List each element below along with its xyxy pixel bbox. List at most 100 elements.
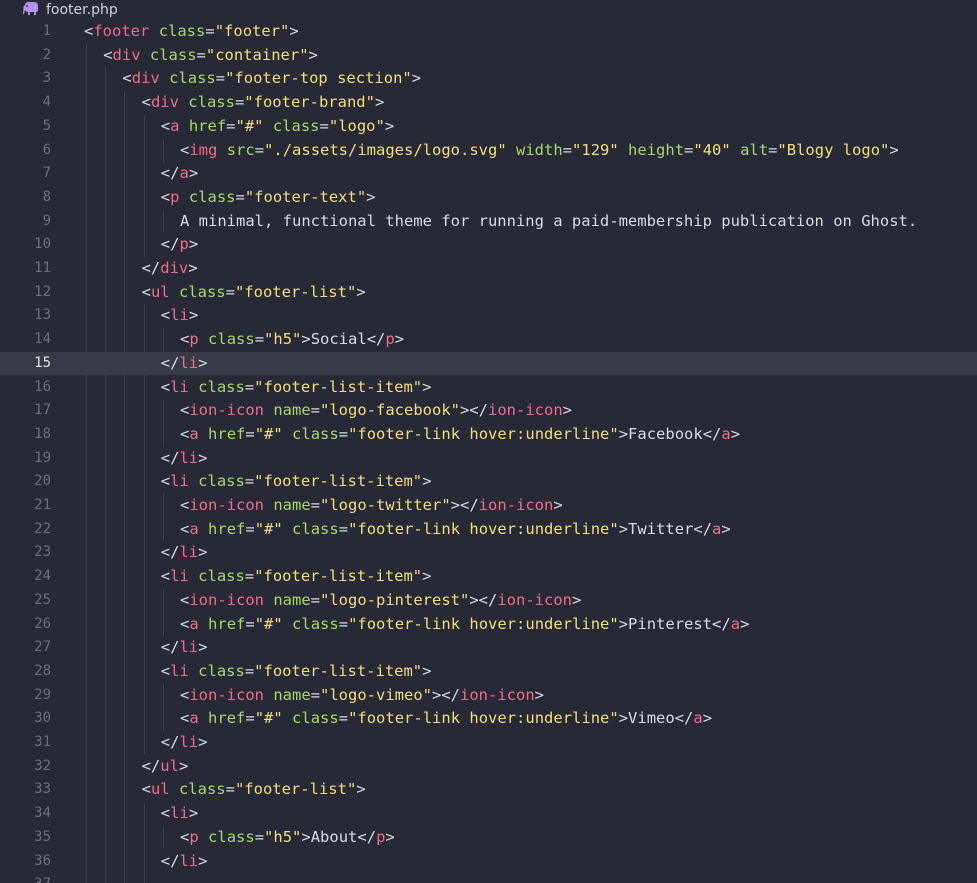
code-line[interactable]: 13 <li> (0, 304, 977, 328)
code-text: <ion-icon name="logo-vimeo"></ion-icon> (180, 684, 544, 708)
code-text: </li> (161, 636, 208, 660)
code-line[interactable]: 35 <p class="h5">About</p> (0, 826, 977, 850)
code-line[interactable]: 8 <p class="footer-text"> (0, 186, 977, 210)
line-number: 7 (42, 165, 51, 182)
code-line[interactable]: 19 </li> (0, 447, 977, 471)
editor-tab[interactable]: footer.php (0, 0, 977, 20)
code-token: > (618, 709, 629, 728)
code-line[interactable]: 22 <a href="#" class="footer-link hover:u… (0, 518, 977, 542)
code-token: = (319, 116, 329, 135)
code-token: = (254, 140, 265, 159)
code-text: </a> (161, 162, 198, 186)
code-token: < (160, 472, 171, 491)
code-token: = (768, 140, 778, 159)
line-number: 31 (34, 734, 51, 750)
code-token: class (198, 472, 245, 491)
code-token: > (198, 733, 208, 751)
code-line[interactable]: 24 <li class="footer-list-item"> (0, 565, 977, 589)
code-token: div (160, 259, 189, 277)
code-line[interactable]: 12 <ul class="footer-list"> (0, 281, 977, 305)
code-line[interactable]: 23 </li> (0, 541, 977, 565)
code-line[interactable]: 17 <ion-icon name="logo-facebook"></ion-i… (0, 399, 977, 423)
code-line[interactable]: 16 <li class="footer-list-item"> (0, 376, 977, 400)
code-text: <div class="footer-brand"> (142, 91, 385, 115)
code-line[interactable]: 14 <p class="h5">Social</p> (0, 328, 977, 352)
code-token: ion-icon (189, 590, 264, 609)
line-number: 13 (34, 307, 51, 324)
code-text: <p class="footer-text"> (161, 186, 376, 210)
code-line[interactable]: 15 </li> (0, 351, 977, 376)
line-number: 25 (34, 591, 51, 608)
code-token: > (198, 448, 208, 467)
code-line[interactable]: 26 <a href="#" class="footer-link hover:u… (0, 613, 977, 637)
code-token: = (244, 472, 255, 491)
code-token: < (141, 780, 151, 799)
code-token: class (292, 614, 339, 633)
code-text: <li class="footer-list-item"> (161, 470, 432, 494)
line-number: 3 (42, 70, 51, 87)
code-line[interactable]: 33 <ul class="footer-list"> (0, 778, 977, 802)
code-editor[interactable]: 1 <footer class="footer"> 2 <div class="con… (0, 20, 977, 883)
code-line[interactable]: 9 A minimal, functional theme for running… (0, 210, 977, 234)
code-line[interactable]: 32 </ul> (0, 755, 977, 779)
code-line[interactable]: 6 <img src="./assets/images/logo.svg" wid… (0, 139, 977, 163)
code-token: > (289, 22, 299, 40)
code-token: = (244, 377, 255, 396)
code-token: > (188, 804, 199, 823)
code-line[interactable]: 7 </a> (0, 162, 977, 186)
code-token: "logo-pinterest" (320, 590, 470, 609)
code-token: Facebook (628, 424, 703, 443)
code-line[interactable]: 34 <li> (0, 802, 977, 826)
line-number: 12 (34, 283, 51, 300)
code-token: li (179, 543, 199, 562)
code-token: a (712, 519, 722, 538)
code-line[interactable]: 27 </li> (0, 636, 977, 660)
code-line[interactable]: 2 <div class="container"> (0, 44, 977, 68)
code-token: < (180, 519, 190, 538)
code-line[interactable]: 29 <ion-icon name="logo-vimeo"></ion-icon… (0, 684, 977, 708)
code-line[interactable]: 5 <a href="#" class="logo"> (0, 115, 977, 139)
code-token: a (730, 614, 741, 633)
code-token: "footer-top section" (225, 69, 412, 88)
code-token: > (188, 259, 198, 277)
code-token: class (169, 69, 216, 88)
code-token: "h5" (264, 330, 302, 349)
tab-title: footer.php (46, 2, 118, 18)
code-token: ion-icon (478, 496, 554, 514)
code-token: </ (160, 733, 180, 751)
code-line[interactable]: 20 <li class="footer-list-item"> (0, 470, 977, 494)
code-line[interactable]: 31 </li> (0, 731, 977, 755)
code-token: = (245, 519, 255, 538)
line-number: 8 (42, 188, 51, 205)
code-line[interactable]: 4 <div class="footer-brand"> (0, 91, 977, 115)
code-token: name (273, 401, 311, 420)
code-line[interactable]: 18 <a href="#" class="footer-link hover:u… (0, 423, 977, 447)
code-token: ul (150, 780, 170, 799)
code-token: > (188, 306, 199, 325)
code-line[interactable]: 28 <li class="footer-list-item"> (0, 660, 977, 684)
code-line[interactable]: 36 </li> (0, 850, 977, 874)
code-token: p (385, 330, 395, 349)
code-line[interactable]: 37 (0, 873, 977, 883)
code-line[interactable]: 11 </div> (0, 257, 977, 281)
code-line[interactable]: 1 <footer class="footer"> (0, 20, 977, 44)
code-token: a (189, 424, 199, 443)
code-line[interactable]: 3 <div class="footer-top section"> (0, 67, 977, 91)
code-line[interactable]: 30 <a href="#" class="footer-link hover:u… (0, 707, 977, 731)
code-token: "#" (254, 614, 283, 633)
code-token: li (179, 851, 199, 870)
code-line[interactable]: 10 </p> (0, 233, 977, 257)
code-token: < (180, 330, 190, 349)
code-line[interactable]: 21 <ion-icon name="logo-twitter"></ion-ic… (0, 494, 977, 518)
code-token: </ (712, 614, 731, 633)
line-number: 28 (34, 662, 51, 679)
code-token: li (170, 661, 189, 680)
code-token: class (198, 377, 245, 396)
code-token: ></ (450, 496, 479, 514)
code-line[interactable]: 25 <ion-icon name="logo-pinterest"></ion-… (0, 589, 977, 613)
